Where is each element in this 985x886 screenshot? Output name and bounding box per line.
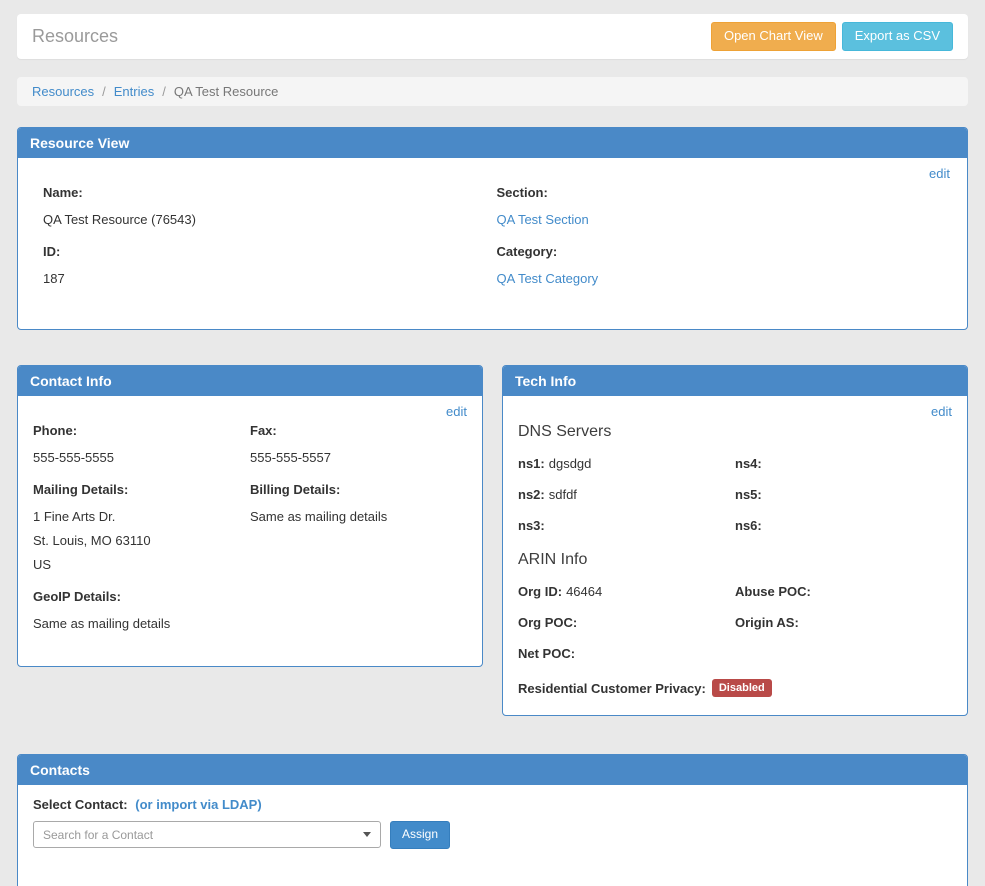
phone-value: 555-555-5555 [33,450,250,465]
ldap-import-link[interactable]: (or import via LDAP) [135,797,261,812]
resource-view-body: edit Name: QA Test Resource (76543) ID: … [18,158,967,329]
residential-privacy-label: Residential Customer Privacy: [518,681,706,696]
billing-details-field: Billing Details: Same as mailing details [250,482,467,524]
ns4-label: ns4: [735,456,762,471]
id-field: ID: 187 [43,244,497,286]
open-chart-view-button[interactable]: Open Chart View [711,22,836,51]
ns5-label: ns5: [735,487,762,502]
ns2-label: ns2: [518,487,545,502]
net-poc-label: Net POC: [518,646,575,661]
export-csv-button[interactable]: Export as CSV [842,22,953,51]
billing-details-label: Billing Details: [250,482,467,497]
name-field: Name: QA Test Resource (76543) [43,185,497,227]
tech-info-body: edit DNS Servers ns1: dgsdgd ns4: ns2: sdf… [503,396,967,715]
resource-view-panel-title: Resource View [18,128,967,158]
fax-label: Fax: [250,423,467,438]
geoip-details-value: Same as mailing details [33,616,250,631]
ns1-label: ns1: [518,456,545,471]
privacy-status-badge: Disabled [712,679,772,697]
mailing-details-field: Mailing Details: 1 Fine Arts Dr. St. Lou… [33,482,250,572]
category-label: Category: [497,244,951,259]
arin-grid: Org ID: 46464 Abuse POC: Org POC: Origin … [518,584,952,677]
contact-select[interactable]: Search for a Contact [33,821,381,848]
name-label: Name: [43,185,497,200]
section-value-link[interactable]: QA Test Section [497,212,589,227]
id-value: 187 [43,271,497,286]
residential-privacy-field: Residential Customer Privacy: Disabled [518,679,952,697]
page: Resources Open Chart View Export as CSV … [0,0,985,886]
info-panels-row: Contact Info edit Phone: 555-555-5555 Ma… [17,365,968,716]
breadcrumb-current: QA Test Resource [154,84,278,99]
tech-info-edit-link[interactable]: edit [931,404,952,419]
geoip-details-label: GeoIP Details: [33,589,250,604]
category-field: Category: QA Test Category [497,244,951,286]
select-contact-label: Select Contact: [33,797,128,812]
ns2-value: sdfdf [549,487,577,502]
arin-info-heading: ARIN Info [518,551,952,569]
org-id-field: Org ID: 46464 [518,584,735,599]
origin-as-field: Origin AS: [735,615,952,630]
mailing-line-1: 1 Fine Arts Dr. [33,509,250,524]
org-poc-label: Org POC: [518,615,577,630]
page-header: Resources Open Chart View Export as CSV [17,14,968,59]
assign-button[interactable]: Assign [390,821,450,849]
abuse-poc-label: Abuse POC: [735,584,811,599]
mailing-details-label: Mailing Details: [33,482,250,497]
name-value: QA Test Resource (76543) [43,212,497,227]
net-poc-field: Net POC: [518,646,735,661]
dns-grid: ns1: dgsdgd ns4: ns2: sdfdf ns5: ns3: ns6: [518,456,952,549]
billing-details-value: Same as mailing details [250,509,467,524]
contacts-panel-title: Contacts [18,755,967,785]
phone-label: Phone: [33,423,250,438]
page-title: Resources [32,26,118,47]
contact-info-edit-link[interactable]: edit [446,404,467,419]
breadcrumb-item: Entries [94,84,154,99]
ns6-field: ns6: [735,518,952,533]
breadcrumb-resources-link[interactable]: Resources [32,84,94,99]
abuse-poc-field: Abuse POC: [735,584,952,599]
contact-info-panel-title: Contact Info [18,366,482,396]
ns2-field: ns2: sdfdf [518,487,735,502]
geoip-details-field: GeoIP Details: Same as mailing details [33,589,250,631]
ns6-label: ns6: [735,518,762,533]
org-id-value: 46464 [566,584,602,599]
contact-info-panel: Contact Info edit Phone: 555-555-5555 Ma… [17,365,483,667]
org-id-label: Org ID: [518,584,562,599]
section-field: Section: QA Test Section [497,185,951,227]
tech-info-panel: Tech Info edit DNS Servers ns1: dgsdgd ns… [502,365,968,716]
resource-view-panel: Resource View edit Name: QA Test Resourc… [17,127,968,330]
ns3-field: ns3: [518,518,735,533]
dns-servers-heading: DNS Servers [518,423,952,441]
org-poc-field: Org POC: [518,615,735,630]
section-label: Section: [497,185,951,200]
contact-select-row: Search for a Contact Assign [33,821,952,849]
header-buttons: Open Chart View Export as CSV [711,22,953,51]
select-contact-label-row: Select Contact: (or import via LDAP) [33,797,952,812]
chevron-down-icon [363,832,371,837]
breadcrumb-item: Resources [32,84,94,99]
contacts-panel: Contacts Select Contact: (or import via … [17,754,968,886]
breadcrumb: Resources Entries QA Test Resource [17,77,968,106]
ns1-value: dgsdgd [549,456,592,471]
contact-select-placeholder: Search for a Contact [43,828,153,842]
mailing-line-2: St. Louis, MO 63110 [33,533,250,548]
ns4-field: ns4: [735,456,952,471]
mailing-line-3: US [33,557,250,572]
phone-field: Phone: 555-555-5555 [33,423,250,465]
contact-info-body: edit Phone: 555-555-5555 Mailing Details… [18,396,482,666]
ns3-label: ns3: [518,518,545,533]
origin-as-label: Origin AS: [735,615,799,630]
fax-value: 555-555-5557 [250,450,467,465]
ns5-field: ns5: [735,487,952,502]
breadcrumb-entries-link[interactable]: Entries [114,84,154,99]
contacts-body: Select Contact: (or import via LDAP) Sea… [18,785,967,886]
ns1-field: ns1: dgsdgd [518,456,735,471]
category-value-link[interactable]: QA Test Category [497,271,599,286]
fax-field: Fax: 555-555-5557 [250,423,467,465]
tech-info-panel-title: Tech Info [503,366,967,396]
id-label: ID: [43,244,497,259]
resource-view-edit-link[interactable]: edit [929,166,950,181]
